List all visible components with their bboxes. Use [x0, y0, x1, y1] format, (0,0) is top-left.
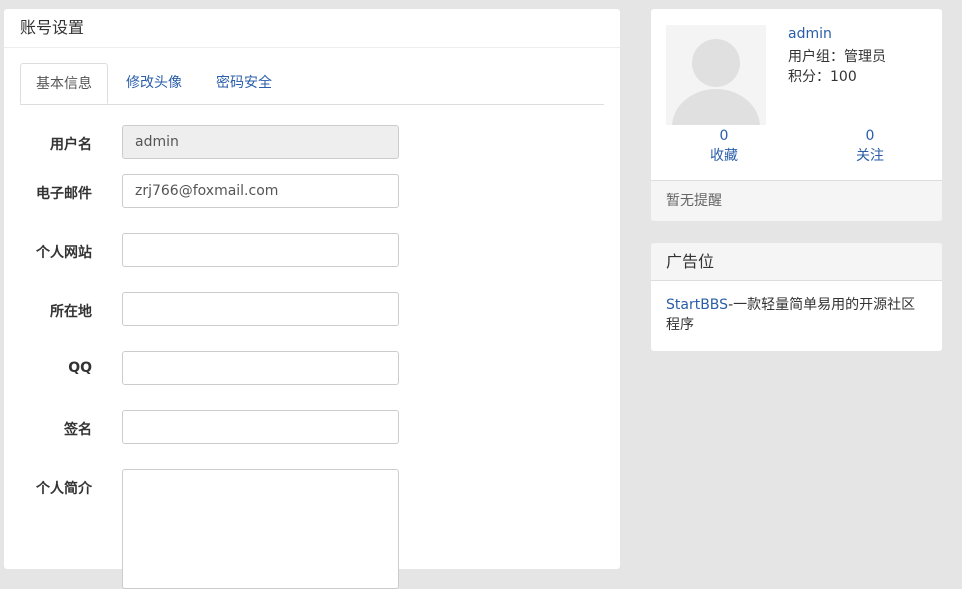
signature-field[interactable]	[122, 410, 399, 444]
tab-change-avatar[interactable]: 修改头像	[126, 63, 182, 104]
avatar[interactable]	[666, 25, 766, 125]
location-field[interactable]	[122, 292, 399, 326]
tab-basic-info[interactable]: 基本信息	[20, 63, 108, 104]
ad-body: StartBBS-一款轻量简单易用的开源社区程序	[651, 281, 942, 349]
signature-label: 签名	[64, 422, 92, 438]
startbbs-link[interactable]: StartBBS	[666, 297, 728, 313]
favorites-label: 收藏	[710, 148, 738, 164]
account-settings-panel: 账号设置 基本信息 修改头像 密码安全 用户名 admin 电子邮件 zrj76…	[4, 9, 620, 589]
user-name-link[interactable]: admin	[788, 26, 832, 42]
default-avatar-icon	[666, 25, 766, 125]
username-label: 用户名	[50, 137, 92, 153]
favorites-count: 0	[719, 128, 729, 144]
website-field[interactable]	[122, 233, 399, 267]
notice-footer: 暂无提醒	[651, 180, 942, 221]
ad-heading: 广告位	[651, 243, 942, 281]
website-label: 个人网站	[36, 245, 92, 261]
user-points: 积分：100	[788, 69, 857, 85]
email-label: 电子邮件	[36, 186, 92, 202]
username-field[interactable]: admin	[122, 125, 399, 159]
qq-label: QQ	[68, 360, 92, 376]
email-field[interactable]: zrj766@foxmail.com	[122, 174, 399, 208]
tab-password-security[interactable]: 密码安全	[216, 63, 272, 104]
follow-label: 关注	[856, 148, 884, 164]
user-group: 用户组：管理员	[788, 49, 886, 65]
user-info-panel: admin 用户组：管理员 积分：100 0 收藏 0 关注 暂无提醒	[651, 9, 942, 221]
panel-title: 账号设置	[4, 9, 620, 48]
follow-stat[interactable]: 0 关注	[820, 126, 920, 166]
intro-textarea[interactable]	[122, 469, 399, 589]
intro-label: 个人简介	[36, 481, 92, 497]
settings-tabs: 基本信息 修改头像 密码安全	[20, 63, 604, 105]
follow-count: 0	[865, 128, 875, 144]
qq-field[interactable]	[122, 351, 399, 385]
location-label: 所在地	[50, 304, 92, 320]
favorites-stat[interactable]: 0 收藏	[674, 126, 774, 166]
ad-panel: 广告位 StartBBS-一款轻量简单易用的开源社区程序	[651, 243, 942, 351]
